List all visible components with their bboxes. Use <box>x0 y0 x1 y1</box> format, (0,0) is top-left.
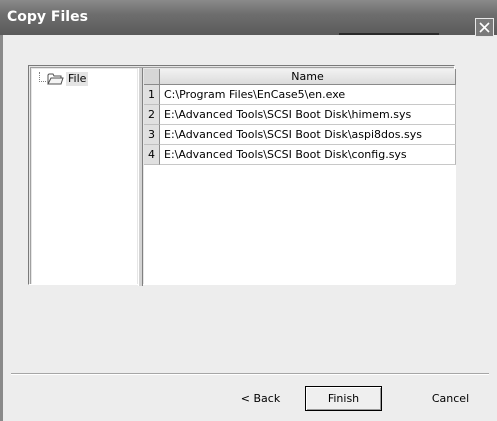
row-number: 4 <box>144 145 160 165</box>
tree-item-label: File <box>66 72 89 86</box>
window-title: Copy Files <box>7 9 88 25</box>
close-icon <box>479 22 490 33</box>
window-left-border <box>0 35 3 421</box>
pane-splitter[interactable] <box>138 68 143 286</box>
finish-button[interactable]: Finish <box>305 386 382 411</box>
cancel-button[interactable]: Cancel <box>412 386 489 411</box>
file-path-cell[interactable]: C:\Program Files\EnCase5\en.exe <box>160 85 456 105</box>
table-row[interactable]: 4 E:\Advanced Tools\SCSI Boot Disk\confi… <box>144 145 456 165</box>
title-bar-accent <box>339 33 439 35</box>
table-row[interactable]: 2 E:\Advanced Tools\SCSI Boot Disk\himem… <box>144 105 456 125</box>
row-number: 1 <box>144 85 160 105</box>
folder-icon <box>47 73 64 85</box>
column-header-name[interactable]: Name <box>160 69 456 85</box>
table-row[interactable]: 1 C:\Program Files\EnCase5\en.exe <box>144 85 456 105</box>
content-panel-inner: File Name 1 C:\Program Files\EnCase5\en.… <box>30 67 456 286</box>
close-button[interactable] <box>475 18 494 37</box>
file-path-cell[interactable]: E:\Advanced Tools\SCSI Boot Disk\aspi8do… <box>160 125 456 145</box>
tree-connector <box>39 72 46 82</box>
file-path-cell[interactable]: E:\Advanced Tools\SCSI Boot Disk\himem.s… <box>160 105 456 125</box>
row-number: 3 <box>144 125 160 145</box>
title-bar[interactable]: Copy Files <box>0 0 497 37</box>
content-panel: File Name 1 C:\Program Files\EnCase5\en.… <box>28 65 456 286</box>
file-tree[interactable]: File <box>32 69 137 284</box>
file-grid[interactable]: Name 1 C:\Program Files\EnCase5\en.exe 2… <box>144 69 456 284</box>
row-number: 2 <box>144 105 160 125</box>
file-path-cell[interactable]: E:\Advanced Tools\SCSI Boot Disk\config.… <box>160 145 456 165</box>
back-button[interactable]: < Back <box>222 386 299 411</box>
table-row[interactable]: 3 E:\Advanced Tools\SCSI Boot Disk\aspi8… <box>144 125 456 145</box>
grid-header: Name <box>144 69 456 85</box>
grid-corner-cell[interactable] <box>144 69 160 85</box>
button-separator <box>11 373 489 375</box>
grid-rows: 1 C:\Program Files\EnCase5\en.exe 2 E:\A… <box>144 85 456 165</box>
